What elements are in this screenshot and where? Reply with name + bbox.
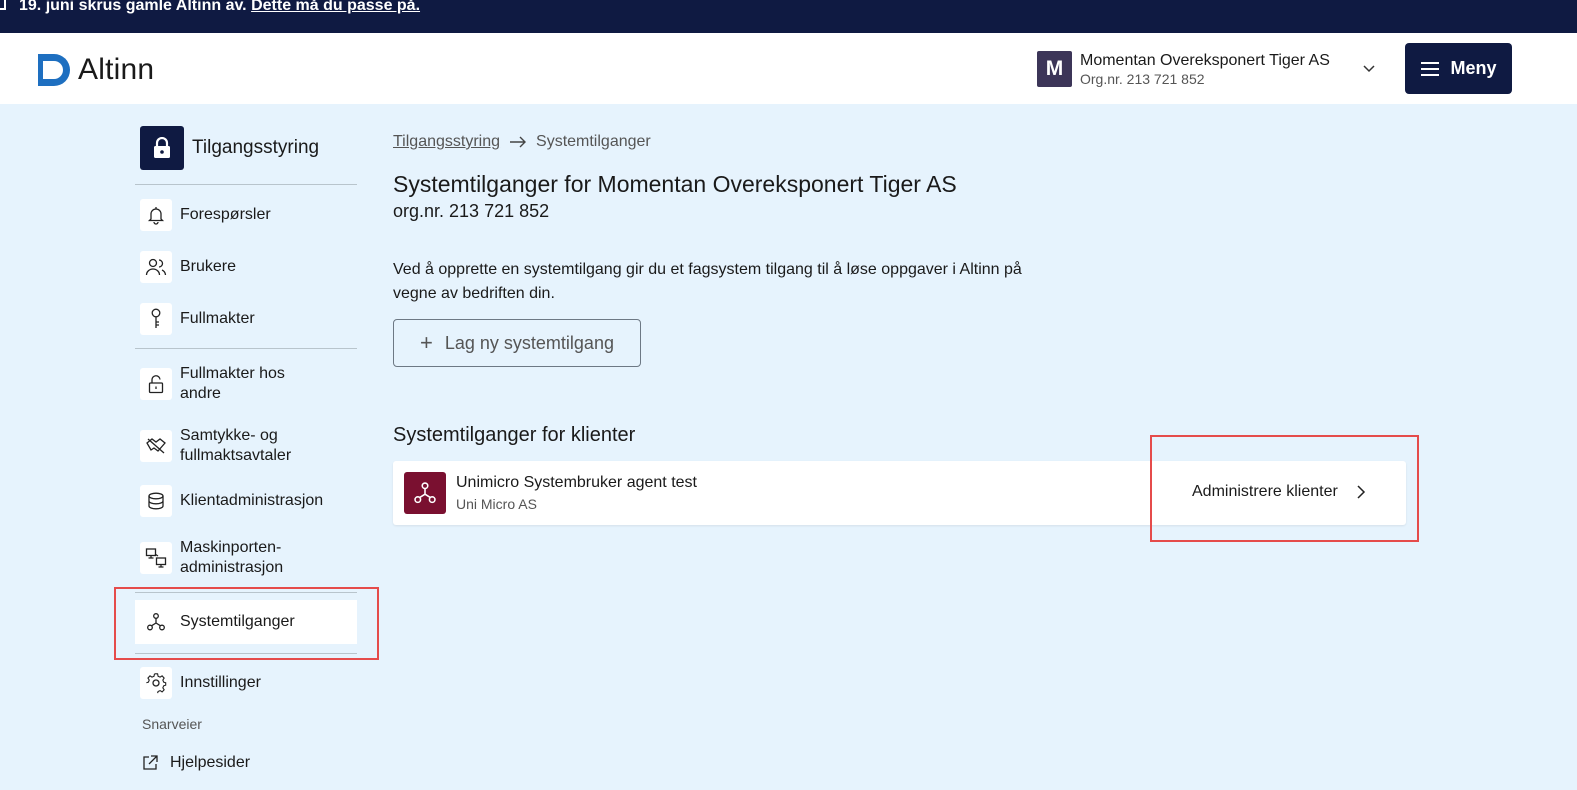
menu-button[interactable]: Meny xyxy=(1405,43,1512,94)
clients-heading: Systemtilganger for klienter xyxy=(393,424,636,446)
breadcrumb-parent-link[interactable]: Tilgangsstyring xyxy=(393,133,500,151)
padlock-open-icon xyxy=(140,368,172,400)
breadcrumb: Tilgangsstyring Systemtilganger xyxy=(393,133,651,151)
banner-link[interactable]: Dette må du passe på. xyxy=(251,0,420,14)
sidebar-item-label: Fullmakter hos andre xyxy=(180,365,285,402)
bell-icon xyxy=(140,199,172,231)
account-name: Momentan Overeksponert Tiger AS xyxy=(1080,51,1330,69)
menu-label: Meny xyxy=(1450,58,1497,78)
key-icon xyxy=(140,303,172,335)
client-system-title: Unimicro Systembruker agent test xyxy=(456,474,697,491)
arrow-right-icon xyxy=(509,135,527,149)
client-system-vendor: Uni Micro AS xyxy=(456,496,537,512)
chevron-right-icon xyxy=(1357,485,1365,499)
sidebar-item-samtykke[interactable]: Samtykke- og fullmaktsavtaler xyxy=(135,424,357,468)
info-icon xyxy=(0,0,6,10)
logo-text: Altinn xyxy=(78,53,155,86)
site-header: Altinn M Momentan Overeksponert Tiger AS… xyxy=(0,33,1577,104)
page-description: Ved å opprette en systemtilgang gir du e… xyxy=(393,261,1022,302)
client-system-card: Unimicro Systembruker agent test Uni Mic… xyxy=(393,461,1406,525)
sidebar-item-fullmakter-hos-andre[interactable]: Fullmakter hos andre xyxy=(135,362,357,406)
sidebar-divider xyxy=(135,592,357,593)
chevron-down-icon xyxy=(1363,65,1375,73)
sidebar-item-systemtilganger[interactable]: Systemtilganger xyxy=(135,600,357,644)
handshake-icon xyxy=(140,430,172,462)
sidebar-item-label: Samtykke- og fullmaktsavtaler xyxy=(180,427,292,464)
sidebar-item-label: Maskinporten-administrasjon xyxy=(180,539,284,576)
sidebar-item-label: Forespørsler xyxy=(180,206,271,223)
sidebar-item-maskinporten[interactable]: Maskinporten-administrasjon xyxy=(135,536,357,580)
shortcuts-heading: Snarveier xyxy=(142,716,202,732)
sidebar-item-label: Fullmakter xyxy=(180,310,255,327)
lock-icon xyxy=(140,126,184,170)
page-orgnr: org.nr. 213 721 852 xyxy=(393,201,550,221)
sidebar-heading: Tilgangsstyring xyxy=(140,126,319,170)
users-icon xyxy=(140,251,172,283)
sidebar-item-label: Brukere xyxy=(180,258,237,275)
shortcut-hjelpesider[interactable]: Hjelpesider xyxy=(138,748,360,778)
account-orgnr: Org.nr. 213 721 852 xyxy=(1080,70,1205,87)
account-switcher[interactable]: M Momentan Overeksponert Tiger AS Org.nr… xyxy=(1037,51,1375,88)
account-text: Momentan Overeksponert Tiger AS Org.nr. … xyxy=(1080,51,1330,88)
shortcut-label: Hjelpesider xyxy=(170,754,251,771)
page-title: Systemtilganger for Momentan Overekspone… xyxy=(393,171,957,197)
sidebar-item-label: Innstillinger xyxy=(180,674,261,691)
sidebar-item-klientadministrasjon[interactable]: Klientadministrasjon xyxy=(135,484,357,518)
sidebar-item-label: Systemtilganger xyxy=(180,613,295,630)
network-icon xyxy=(404,472,446,514)
manage-clients-label: Administrere klienter xyxy=(1192,483,1338,500)
sidebar-title: Tilgangsstyring xyxy=(192,137,320,158)
sidebar-item-innstillinger[interactable]: Innstillinger xyxy=(135,666,357,700)
sidebar-item-brukere[interactable]: Brukere xyxy=(135,250,357,284)
breadcrumb-current: Systemtilganger xyxy=(536,133,651,150)
network-icon xyxy=(140,606,172,638)
altinn-logo-icon xyxy=(38,54,70,86)
sidebar-divider xyxy=(135,348,357,349)
sidebar-item-foresporsler[interactable]: Forespørsler xyxy=(135,198,357,232)
banner-text: 19. juni skrus gamle Altinn av. xyxy=(19,0,247,14)
sidebar-divider xyxy=(135,184,357,185)
database-icon xyxy=(140,485,172,517)
banner-text-wrap: 19. juni skrus gamle Altinn av. Dette må… xyxy=(19,0,420,15)
avatar: M xyxy=(1037,51,1072,87)
new-system-access-label: Lag ny systemtilgang xyxy=(444,332,614,353)
altinn-logo[interactable]: Altinn xyxy=(38,53,154,87)
new-system-access-button[interactable]: + Lag ny systemtilgang xyxy=(393,319,641,367)
sidebar-divider xyxy=(135,653,357,654)
hamburger-icon xyxy=(1421,61,1440,76)
monitors-icon xyxy=(140,542,172,574)
announcement-banner: 19. juni skrus gamle Altinn av. Dette må… xyxy=(0,0,1577,33)
gear-icon xyxy=(140,667,172,699)
external-link-icon xyxy=(138,751,162,775)
plus-icon: + xyxy=(420,330,433,355)
manage-clients-button[interactable]: Administrere klienter xyxy=(1192,483,1366,501)
sidebar-item-label: Klientadministrasjon xyxy=(180,492,324,509)
sidebar-item-fullmakter[interactable]: Fullmakter xyxy=(135,302,357,336)
